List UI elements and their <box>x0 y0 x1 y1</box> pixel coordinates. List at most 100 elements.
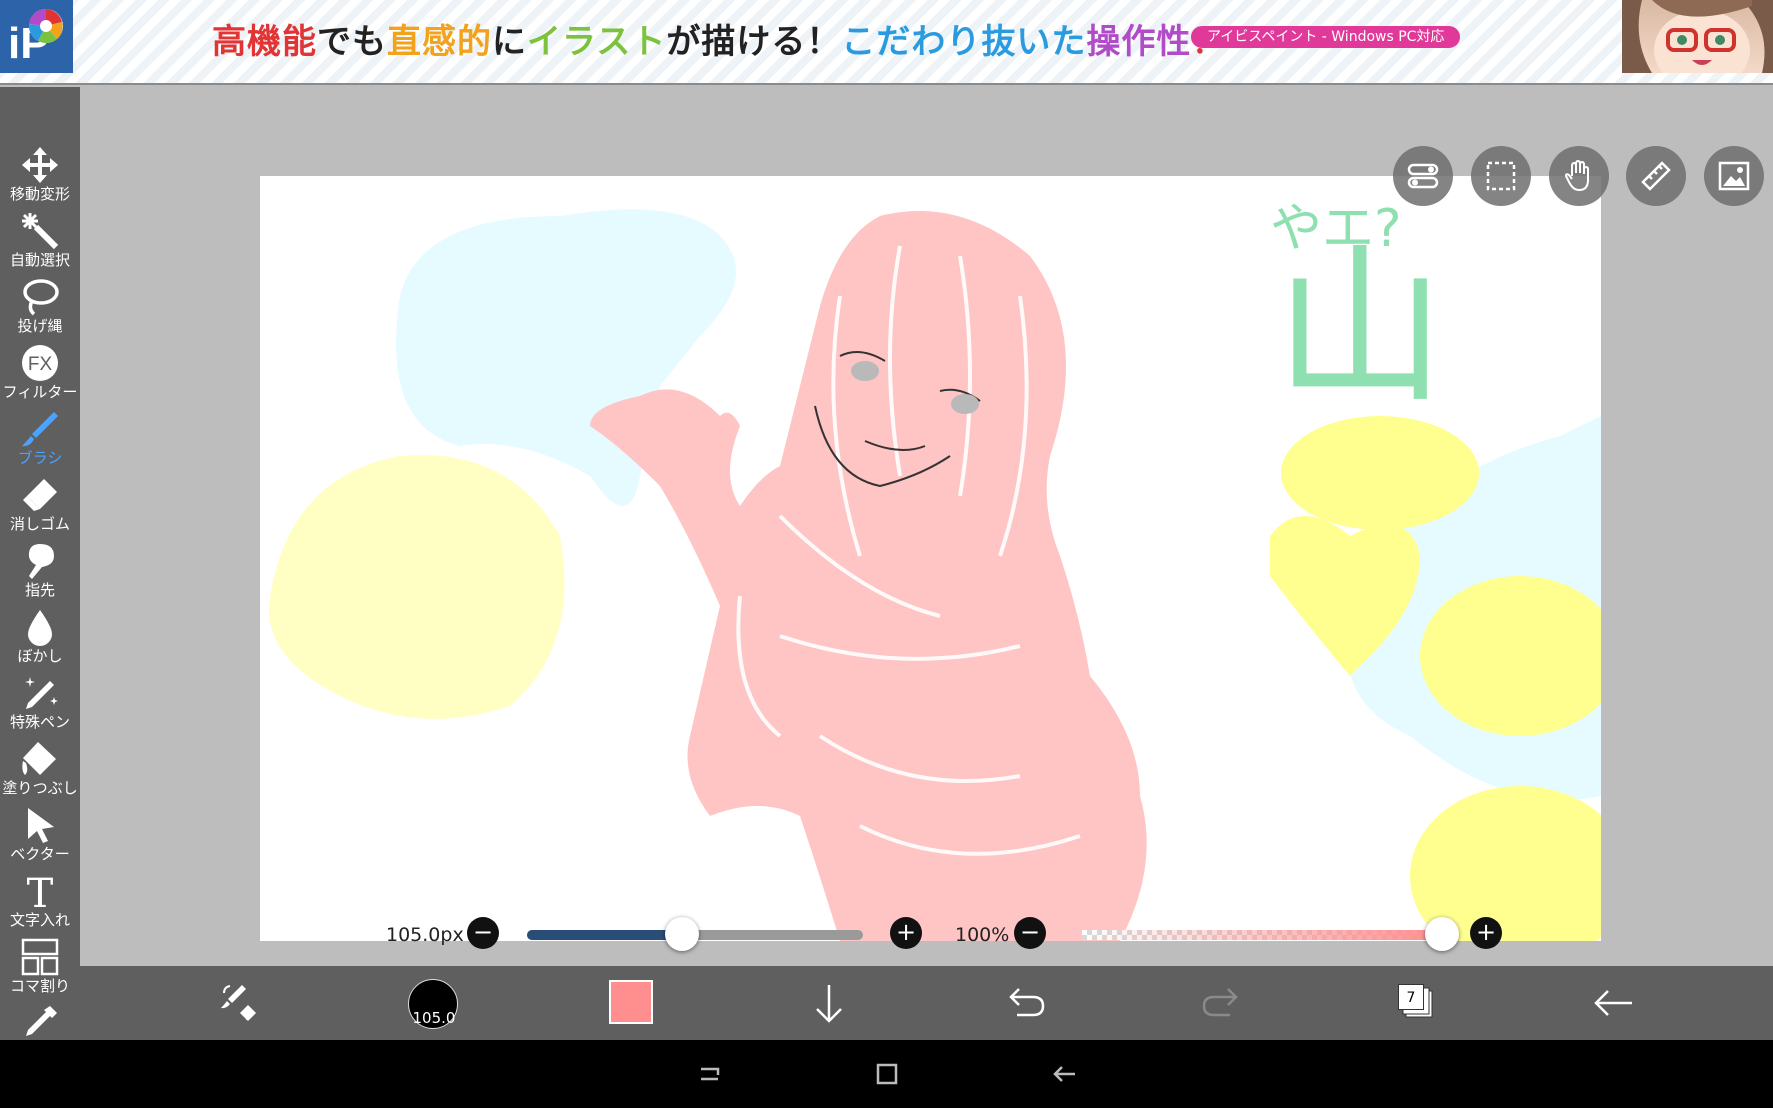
left-toolbar: 移動変形 自動選択 投げ縄 FX フィルター ブラシ 消しゴム 指先 ぼかし 特… <box>0 87 80 1040</box>
frame-divider-icon <box>21 938 59 976</box>
ruler-icon <box>1641 161 1671 191</box>
ad-headline-segment: 高機能 <box>212 22 317 62</box>
ad-banner[interactable]: iP 高機能でも直感的にイラストが描ける！こだわり抜いた操作性！ アイビスペイン… <box>0 0 1773 90</box>
brush-eraser-swap-icon <box>221 985 256 1021</box>
doodle-mountain: 山 <box>1275 229 1445 427</box>
tool-fill[interactable]: 塗りつぶし <box>0 735 80 801</box>
ad-headline-segment: 直感的 <box>387 22 492 62</box>
bottom-toolbar: 105.0 7 <box>80 966 1773 1040</box>
drawing-canvas[interactable]: やエ? 山 <box>260 176 1601 941</box>
ad-badge[interactable]: アイビスペイント - Windows PC対応 <box>1191 26 1461 48</box>
move-icon <box>22 147 58 183</box>
ad-headline-segment: が描ける！ <box>666 22 842 62</box>
brush-size-knob[interactable] <box>664 917 699 951</box>
tool-label: 投げ縄 <box>17 317 63 335</box>
text-icon: T <box>27 871 54 911</box>
tool-label: 移動変形 <box>9 185 70 203</box>
tool-brush[interactable]: ブラシ <box>0 405 80 471</box>
tool-move-transform[interactable]: 移動変形 <box>0 141 80 207</box>
tool-label: 特殊ペン <box>9 713 70 731</box>
tool-label: 塗りつぶし <box>2 779 78 797</box>
svg-text:FX: FX <box>28 354 53 375</box>
system-nav-bar <box>0 1040 1773 1108</box>
opacity-slider[interactable] <box>1082 930 1442 940</box>
undo-button[interactable] <box>999 977 1051 1029</box>
brush-size-fill <box>527 930 682 940</box>
opacity-knob[interactable] <box>1425 917 1459 951</box>
tool-eraser[interactable]: 消しゴム <box>0 471 80 537</box>
ad-headline: 高機能でも直感的にイラストが描ける！こだわり抜いた操作性！ <box>212 14 1226 63</box>
canvas-artwork: やエ? 山 <box>268 199 1601 941</box>
brush-size-value: 105.0 <box>412 1009 456 1027</box>
blur-drop-icon <box>28 610 52 646</box>
tool-vector[interactable]: ベクター <box>0 801 80 867</box>
opacity-minus-button[interactable]: − <box>1014 917 1046 949</box>
slider-row: 105.0px − + 100% − + <box>260 910 1601 960</box>
ad-character-illustration <box>1622 0 1773 90</box>
layers-button[interactable]: 7 <box>1392 977 1444 1029</box>
brush-size-preview[interactable]: 105.0 <box>408 979 458 1029</box>
tool-label: 消しゴム <box>9 515 70 533</box>
undo-icon <box>1009 988 1045 1017</box>
vector-cursor-icon <box>28 808 54 843</box>
color-swatch[interactable] <box>609 980 653 1024</box>
layer-count: 7 <box>1398 984 1424 1010</box>
tool-label: 自動選択 <box>9 251 70 269</box>
recent-apps-icon[interactable] <box>696 1059 726 1089</box>
magic-wand-icon <box>22 213 59 250</box>
tool-label: ブラシ <box>17 449 63 467</box>
tool-smudge[interactable]: 指先 <box>0 537 80 603</box>
toggle-icon <box>1407 163 1439 189</box>
tool-label: 指先 <box>24 581 55 599</box>
tool-special-pen[interactable]: 特殊ペン <box>0 669 80 735</box>
arrow-down-icon <box>816 985 842 1023</box>
brush-size-label: 105.0px <box>386 924 464 946</box>
tool-label: ベクター <box>10 845 70 863</box>
selection-rect-icon <box>1486 161 1516 191</box>
back-button[interactable] <box>1588 977 1640 1029</box>
ad-headline-segment: に <box>492 22 527 62</box>
tool-text[interactable]: T 文字入れ <box>0 867 80 933</box>
tool-label: 文字入れ <box>9 911 70 929</box>
smudge-icon <box>28 544 54 579</box>
hand-icon <box>1564 160 1589 192</box>
lasso-icon <box>23 279 59 316</box>
merge-down-button[interactable] <box>803 977 855 1029</box>
eraser-icon <box>23 479 57 511</box>
special-pen-icon <box>25 677 58 709</box>
tool-label: コマ割り <box>9 977 70 995</box>
opacity-label: 100% <box>955 924 1010 946</box>
eyedropper-icon <box>26 1006 57 1036</box>
tool-blur[interactable]: ぼかし <box>0 603 80 669</box>
toggle-button[interactable] <box>1393 146 1453 206</box>
reference-image-button[interactable] <box>1704 146 1764 206</box>
svg-text:T: T <box>27 871 54 911</box>
redo-icon <box>1202 988 1238 1017</box>
tool-label: フィルター <box>2 383 78 401</box>
brush-size-minus-button[interactable]: − <box>467 917 499 949</box>
ad-headline-segment: 操作性 <box>1086 22 1192 62</box>
brush-icon <box>22 412 58 447</box>
arrow-left-icon <box>1594 990 1632 1016</box>
brush-size-plus-button[interactable]: + <box>890 917 922 949</box>
home-icon[interactable] <box>872 1059 902 1089</box>
tool-label: ぼかし <box>17 647 63 665</box>
ad-headline-segment: イラスト <box>527 22 667 62</box>
fx-icon: FX <box>22 345 58 381</box>
hand-button[interactable] <box>1549 146 1609 206</box>
nav-back-icon[interactable] <box>1049 1059 1079 1089</box>
tool-eyedropper[interactable] <box>0 999 80 1040</box>
ibis-paint-logo[interactable]: iP <box>0 0 73 73</box>
swap-brush-eraser-button[interactable] <box>212 977 264 1029</box>
tool-lasso[interactable]: 投げ縄 <box>0 273 80 339</box>
selection-button[interactable] <box>1471 146 1531 206</box>
image-icon <box>1718 161 1750 191</box>
opacity-plus-button[interactable]: + <box>1470 917 1502 949</box>
tool-filter[interactable]: FX フィルター <box>0 339 80 405</box>
ruler-button[interactable] <box>1626 146 1686 206</box>
redo-button[interactable] <box>1196 977 1248 1029</box>
tool-magic-wand[interactable]: 自動選択 <box>0 207 80 273</box>
ad-headline-segment: でも <box>317 22 387 62</box>
tool-frame-divider[interactable]: コマ割り <box>0 933 80 999</box>
ad-headline-segment: こだわり抜いた <box>841 22 1087 62</box>
